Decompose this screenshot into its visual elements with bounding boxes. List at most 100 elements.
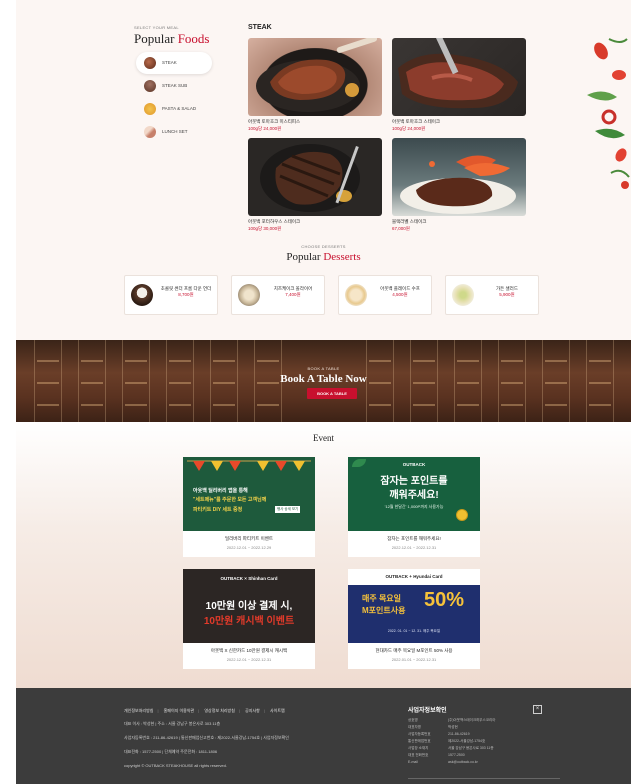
business-info-value: ask@outback.co.kr bbox=[448, 760, 478, 764]
event-banner: 아웃백 딜리버리 앱을 통해 "세트메뉴"를 주문한 모든 고객님께 파티키트 … bbox=[183, 457, 315, 531]
business-info-value: 211-86-42619 bbox=[448, 732, 470, 736]
event-banner-partner: Hyundai Card bbox=[413, 574, 443, 579]
footer-copyright: copyright © OUTBACK STEAKHOUSE all right… bbox=[124, 763, 227, 768]
divider: | bbox=[238, 708, 240, 713]
menu-item-label: STEAK bbox=[162, 60, 177, 65]
event-banner-brand: OUTBACK bbox=[385, 574, 409, 579]
business-info-row: 상호명 (주)아웃백스테이크하우스코리아 bbox=[408, 718, 560, 725]
dessert-card[interactable]: 가든 샐러드 5,900원 bbox=[445, 275, 539, 315]
menu-item-label: LUNCH SET bbox=[162, 129, 188, 134]
business-info-key: 상호명 bbox=[408, 718, 418, 722]
footer-link[interactable]: 영상정보 처리방침 bbox=[204, 708, 235, 713]
business-info-value: 서울 강남구 봉은사로 303 11층 bbox=[448, 746, 494, 750]
business-info-key: 사업장 소재지 bbox=[408, 746, 429, 750]
footer: 개인정보처리방침 | 홈페이지 이용약관 | 영상정보 처리방침 | 공지사항 | 사이… bbox=[16, 688, 631, 784]
footer-ceo-address: 대표 이사 : 박성현 | 주소 : 서울 강남구 봉은사로 303 11층 bbox=[124, 721, 221, 726]
dessert-info: 초콜릿 썬더 프롬 다운 언더 8,700원 bbox=[157, 286, 215, 298]
event-caption: 딜리버리 파티키트 이벤트 2022.12.01 ~ 2022.12.29 bbox=[183, 531, 315, 557]
business-info-key: 사업자등록번호 bbox=[408, 732, 431, 736]
business-info-key: 통신판매업번호 bbox=[408, 739, 431, 743]
footer-link[interactable]: 홈페이지 이용약관 bbox=[164, 708, 195, 713]
menu-item-lunch-set[interactable]: LUNCH SET bbox=[136, 121, 212, 143]
event-banner-line1: 아웃백 딜리버리 앱을 통해 bbox=[193, 488, 248, 494]
food-name: 아웃백 포터하우스 스테이크 bbox=[248, 219, 301, 224]
menu-item-steak[interactable]: STEAK bbox=[136, 52, 212, 74]
dessert-info: 아웃백 플레이드 수프 4,500원 bbox=[371, 286, 429, 298]
event-card[interactable]: OUTBACK × Shinhan Card 10만원 이상 결제 시, 10만… bbox=[183, 569, 315, 669]
dessert-image bbox=[452, 284, 474, 306]
event-banner-line1: 10만원 이상 결제 시, bbox=[205, 601, 293, 612]
desserts-title-accent: Desserts bbox=[323, 251, 361, 263]
event-banner-line3: 2022. 01. 01 ~ 12. 31. 매주 목요일 bbox=[387, 629, 441, 633]
event-banner-brand: OUTBACK bbox=[220, 576, 244, 581]
dessert-card[interactable]: 치즈케이크 올라이어 7,400원 bbox=[231, 275, 325, 315]
event-card[interactable]: OUTBACK + Hyundai Card 매주 목요일 M포인트사용 50%… bbox=[348, 569, 480, 669]
food-image bbox=[392, 38, 526, 116]
footer-link[interactable]: 공지사항 bbox=[245, 708, 260, 713]
dessert-card[interactable]: 아웃백 플레이드 수프 4,500원 bbox=[338, 275, 432, 315]
event-banner-line1: 잠자는 포인트를 bbox=[380, 476, 448, 487]
event-caption: 아웃백 X 신한카드 10만원 결제시 캐시백 2022.12.01 ~ 202… bbox=[183, 643, 315, 669]
event-section: Event 아웃백 딜리버리 앱을 통해 "세트메뉴"를 주문한 모든 고객님께… bbox=[16, 422, 631, 688]
event-date: 2022.12.01 ~ 2022.12.31 bbox=[391, 545, 437, 550]
food-card[interactable]: 아웃백 토마호크 스테이크 100g당 24,000원 bbox=[392, 38, 526, 132]
booking-caption: BOOK A TABLE bbox=[307, 366, 340, 371]
food-price: 100g당 24,000원 bbox=[392, 126, 426, 131]
menu-item-pasta-salad[interactable]: PASTA & SALAD bbox=[136, 98, 212, 120]
steak-icon bbox=[144, 57, 156, 69]
dessert-info: 가든 샐러드 5,900원 bbox=[478, 286, 536, 298]
event-banner-partner: Shinhan Card bbox=[248, 576, 278, 581]
event-banner-line2: 깨워주세요! bbox=[389, 490, 439, 501]
food-name: 아웃백 토마호크 미스티피스 bbox=[248, 119, 301, 124]
coin-icon bbox=[456, 509, 468, 521]
desserts-title: Popular Desserts bbox=[16, 251, 631, 263]
event-banner-tag: 행사 상세 보기 bbox=[275, 506, 301, 513]
footer-link[interactable]: 개인정보처리방침 bbox=[124, 708, 153, 713]
event-banner-brand: OUTBACK bbox=[402, 462, 426, 467]
business-info-value: 1577-2500 bbox=[448, 753, 465, 757]
dessert-price: 4,500원 bbox=[392, 291, 408, 297]
food-card[interactable]: 아웃백 포터하우스 스테이크 100g당 30,000원 bbox=[248, 138, 382, 232]
event-banner: OUTBACK × Shinhan Card 10만원 이상 결제 시, 10만… bbox=[183, 569, 315, 643]
event-name: 아웃백 X 신한카드 10만원 결제시 캐시백 bbox=[210, 648, 288, 653]
dessert-price: 5,900원 bbox=[499, 291, 515, 297]
event-banner-line1: 매주 목요일 bbox=[362, 594, 402, 603]
business-info-value: 제2022-서울강남-1754호 bbox=[448, 739, 486, 743]
event-banner-pct: 50% bbox=[424, 589, 465, 611]
divider: | bbox=[157, 708, 159, 713]
desserts-title-main: Popular bbox=[286, 251, 321, 263]
food-card[interactable]: 아웃백 토마호크 미스티피스 100g당 24,000원 bbox=[248, 38, 382, 132]
event-date: 2022.12.01 ~ 2022.12.29 bbox=[226, 545, 272, 550]
menu-item-label: PASTA & SALAD bbox=[162, 106, 197, 111]
category-heading: STEAK bbox=[248, 24, 272, 31]
menu-item-steak-sub[interactable]: STEAK SUB bbox=[136, 75, 212, 97]
popular-foods-section: SELECT YOUR MEAL Popular Foods STEAK STE… bbox=[16, 0, 631, 340]
food-card[interactable]: 블랙라벨 스테이크 67,000원 bbox=[392, 138, 526, 232]
book-a-table-banner: BOOK A TABLE Book A Table Now bbox=[16, 340, 631, 422]
book-a-table-button[interactable]: BOOK A TABLE bbox=[307, 388, 357, 399]
event-card[interactable]: 아웃백 딜리버리 앱을 통해 "세트메뉴"를 주문한 모든 고객님께 파티키트 … bbox=[183, 457, 315, 557]
dessert-price: 7,400원 bbox=[285, 291, 301, 297]
business-info-key: 대표자명 bbox=[408, 725, 421, 729]
event-name: 현대카드 매주 목요일 M포인트 50% 사용 bbox=[375, 648, 453, 653]
event-card[interactable]: OUTBACK 잠자는 포인트를 깨워주세요! '12월 한달간' 1,000P… bbox=[348, 457, 480, 557]
footer-link[interactable]: 사이트맵 bbox=[270, 708, 285, 713]
event-banner-line2: 10만원 캐시백 이벤트 bbox=[203, 616, 295, 627]
food-price: 67,000원 bbox=[392, 226, 410, 231]
foods-title-accent: Foods bbox=[177, 31, 210, 46]
food-name: 블랙라벨 스테이크 bbox=[392, 219, 427, 224]
business-info-row: 대표 전화번호 1577-2500 bbox=[408, 753, 560, 760]
business-info-row: 사업장 소재지 서울 강남구 봉은사로 303 11층 bbox=[408, 746, 560, 753]
event-banner-brands: OUTBACK + Hyundai Card bbox=[348, 574, 480, 579]
event-name: 딜리버리 파티키트 이벤트 bbox=[224, 536, 274, 541]
dessert-image bbox=[131, 284, 153, 306]
dessert-card[interactable]: 초콜릿 썬더 프롬 다운 언더 8,700원 bbox=[124, 275, 218, 315]
menu-item-label: STEAK SUB bbox=[162, 83, 188, 88]
event-caption: 현대카드 매주 목요일 M포인트 50% 사용 2022.01.01 ~ 202… bbox=[348, 643, 480, 669]
event-banner-line2: "세트메뉴"를 주문한 모든 고객님께 bbox=[193, 497, 267, 503]
business-info-value: 박성현 bbox=[448, 725, 458, 729]
business-info-key: 대표 전화번호 bbox=[408, 753, 429, 757]
close-icon[interactable]: × bbox=[533, 705, 542, 714]
event-caption: 잠자는 포인트를 깨워주세요! 2022.12.01 ~ 2022.12.31 bbox=[348, 531, 480, 557]
dessert-price: 8,700원 bbox=[178, 291, 194, 297]
